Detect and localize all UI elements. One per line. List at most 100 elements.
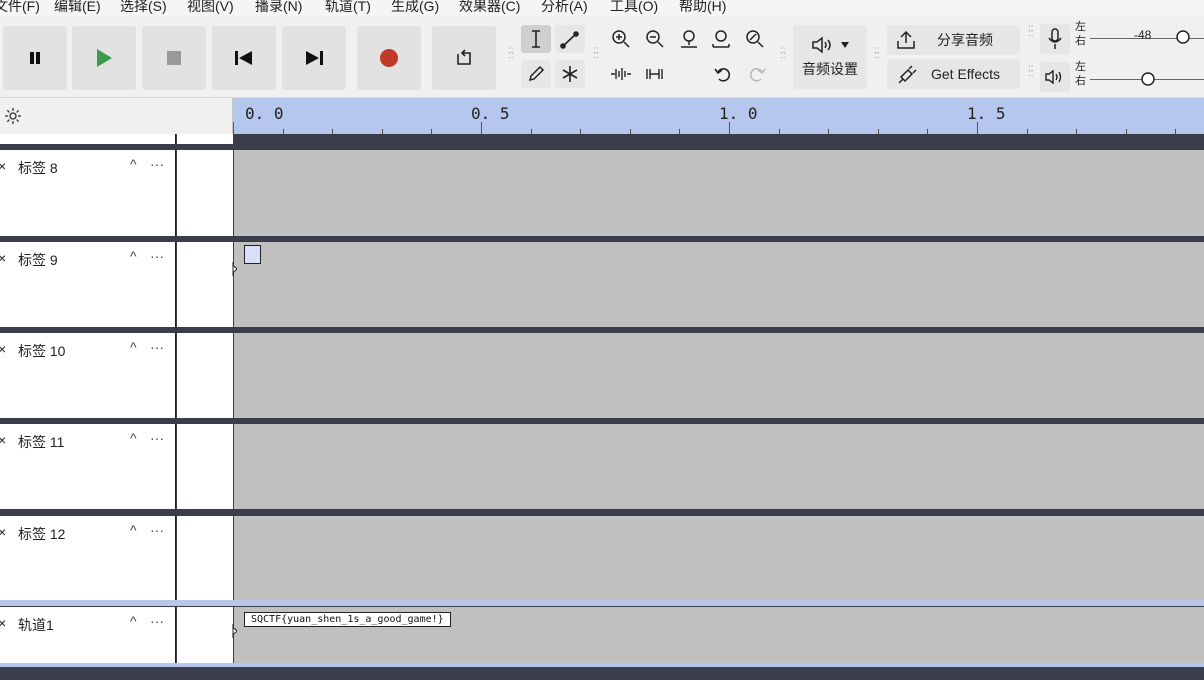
track-name[interactable]: 标签 8 <box>18 158 58 178</box>
ruler-tick <box>233 122 234 134</box>
audio-setup-icon-group <box>811 35 849 55</box>
toolbar-grip[interactable]: :::: <box>508 46 514 61</box>
trim-button[interactable] <box>606 60 636 88</box>
toolbar-grip[interactable]: :::: <box>780 46 786 61</box>
pause-button[interactable] <box>3 26 67 90</box>
zoom-out-button[interactable] <box>640 25 670 53</box>
track-menu-button[interactable]: ··· <box>150 339 164 355</box>
track-area-label-8[interactable] <box>234 150 1204 236</box>
fit-selection-icon <box>681 30 697 48</box>
menu-tracks[interactable]: 轨道(T) <box>325 0 371 15</box>
meter-right-label-2: 右 <box>1075 75 1086 87</box>
menu-tools[interactable]: 工具(O) <box>610 0 658 15</box>
menu-help[interactable]: 帮助(H) <box>679 0 726 15</box>
redo-button[interactable] <box>742 60 772 88</box>
track-menu-button[interactable]: ··· <box>150 248 164 264</box>
track-name[interactable]: 轨道1 <box>18 615 54 635</box>
zoom-toggle-button[interactable] <box>740 25 770 53</box>
ruler-label: 1. 5 <box>967 104 1006 123</box>
envelope-icon <box>560 31 579 49</box>
share-audio-label: 分享音频 <box>937 32 993 48</box>
undo-button[interactable] <box>708 60 738 88</box>
track-area-track1[interactable]: SQCTF{yuan_shen_1s_a_good_game!} <box>232 607 1204 663</box>
track-menu-button[interactable]: ··· <box>150 430 164 446</box>
track-close-button[interactable]: × <box>0 432 6 448</box>
menu-effect[interactable]: 效果器(C) <box>459 0 520 15</box>
track-close-button[interactable]: × <box>0 250 6 266</box>
menu-view[interactable]: 视图(V) <box>187 0 234 15</box>
label-marker-icon[interactable] <box>232 622 242 640</box>
get-effects-button[interactable]: Get Effects <box>887 59 1020 89</box>
menu-bar: 文件(F) 编辑(E) 选择(S) 视图(V) 播录(N) 轨道(T) 生成(G… <box>0 0 1204 16</box>
track-menu-button[interactable]: ··· <box>150 156 164 172</box>
collapse-button[interactable]: ^ <box>130 430 137 446</box>
track-gap <box>177 150 233 236</box>
silence-audio-icon <box>646 69 663 79</box>
fit-selection-button[interactable] <box>674 25 704 53</box>
track-area-label-11[interactable] <box>234 424 1204 509</box>
empty-label-box[interactable] <box>244 245 261 264</box>
menu-select[interactable]: 选择(S) <box>120 0 167 15</box>
track-close-button[interactable]: × <box>0 341 6 357</box>
track-close-button[interactable]: × <box>0 615 6 631</box>
track-name[interactable]: 标签 12 <box>18 524 65 544</box>
track-menu-button[interactable]: ··· <box>150 522 164 538</box>
track-close-button[interactable]: × <box>0 158 6 174</box>
audio-setup-button[interactable]: 音频设置 <box>793 25 867 89</box>
label-marker-icon[interactable] <box>232 260 242 278</box>
stop-button[interactable] <box>142 26 206 90</box>
track-name[interactable]: 标签 10 <box>18 341 65 361</box>
loop-button[interactable] <box>432 26 496 90</box>
track-gap <box>177 333 233 418</box>
collapse-button[interactable]: ^ <box>130 156 137 172</box>
draw-tool-button[interactable] <box>521 60 551 88</box>
collapse-button[interactable]: ^ <box>130 248 137 264</box>
stop-icon <box>167 51 181 65</box>
record-meter-button[interactable] <box>1040 24 1070 54</box>
menu-transport[interactable]: 播录(N) <box>255 0 302 15</box>
record-button[interactable] <box>357 26 421 90</box>
menu-file[interactable]: 文件(F) <box>0 0 40 15</box>
playback-slider-thumb-icon[interactable] <box>1140 71 1156 87</box>
share-audio-button[interactable]: 分享音频 <box>887 25 1020 55</box>
track-area-label-9[interactable] <box>232 242 1204 327</box>
record-slider-thumb-icon[interactable] <box>1175 29 1191 45</box>
menu-analyze[interactable]: 分析(A) <box>541 0 588 15</box>
track-area-label-10[interactable] <box>234 333 1204 418</box>
play-button[interactable] <box>72 26 136 90</box>
collapse-button[interactable]: ^ <box>130 339 137 355</box>
zoom-in-button[interactable] <box>606 25 636 53</box>
play-icon <box>97 49 112 67</box>
collapse-button[interactable]: ^ <box>130 613 137 629</box>
zoom-toggle-icon <box>746 30 764 48</box>
toolbar-grip[interactable]: :::: <box>874 46 880 61</box>
skip-start-button[interactable] <box>212 26 276 90</box>
label-text-box[interactable]: SQCTF{yuan_shen_1s_a_good_game!} <box>244 612 451 627</box>
track-menu-button[interactable]: ··· <box>150 613 164 629</box>
track-area-label-12[interactable] <box>234 516 1204 600</box>
gear-icon[interactable] <box>4 107 22 125</box>
toolbar-grip[interactable]: :::: <box>1028 24 1034 39</box>
ibeam-icon <box>532 30 540 48</box>
timeline-ruler[interactable]: 0. 0 0. 5 1. 0 1. 5 <box>233 98 1204 134</box>
pause-icon <box>30 52 40 64</box>
asterisk-icon <box>562 66 578 82</box>
multi-tool-button[interactable] <box>555 60 585 88</box>
toolbar-grip[interactable]: :::: <box>1028 64 1034 79</box>
playback-meter-button[interactable] <box>1040 62 1070 92</box>
silence-button[interactable] <box>640 60 670 88</box>
menu-generate[interactable]: 生成(G) <box>391 0 439 15</box>
selection-tool-button[interactable] <box>521 25 551 53</box>
track-name[interactable]: 标签 9 <box>18 250 58 270</box>
envelope-tool-button[interactable] <box>555 25 585 53</box>
toolbar-grip[interactable]: :::: <box>593 46 599 61</box>
collapse-button[interactable]: ^ <box>130 522 137 538</box>
menu-edit[interactable]: 编辑(E) <box>54 0 101 15</box>
track-close-button[interactable]: × <box>0 524 6 540</box>
fit-project-button[interactable] <box>706 25 736 53</box>
track-name[interactable]: 标签 11 <box>18 432 64 452</box>
skip-end-button[interactable] <box>282 26 346 90</box>
ruler-tick <box>729 122 730 134</box>
chevron-down-icon <box>841 42 849 48</box>
ruler-tick <box>977 122 978 134</box>
